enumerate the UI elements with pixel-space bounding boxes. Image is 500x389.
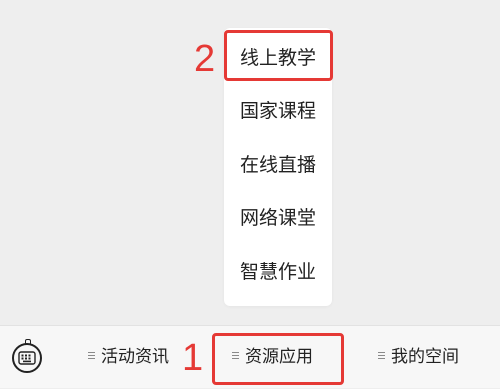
tab-activity-news[interactable]: 活动资讯 bbox=[88, 326, 169, 389]
menu-item-live-stream[interactable]: 在线直播 bbox=[224, 141, 332, 189]
keyboard-icon[interactable] bbox=[12, 339, 42, 373]
step-number-2: 2 bbox=[194, 38, 216, 80]
menu-icon bbox=[378, 351, 385, 359]
highlight-box-online-teaching bbox=[224, 30, 333, 81]
tab-label: 活动资讯 bbox=[101, 347, 169, 367]
menu-item-smart-homework[interactable]: 智慧作业 bbox=[224, 248, 332, 296]
menu-item-national-courses[interactable]: 国家课程 bbox=[224, 87, 332, 135]
tab-my-space[interactable]: 我的空间 bbox=[378, 326, 459, 389]
menu-item-online-classroom[interactable]: 网络课堂 bbox=[224, 194, 332, 242]
menu-icon bbox=[88, 351, 95, 359]
step-number-1: 1 bbox=[182, 337, 204, 379]
tab-label: 我的空间 bbox=[391, 347, 459, 367]
highlight-box-resources-tab bbox=[212, 333, 344, 385]
keyboard-grid-icon bbox=[18, 351, 36, 365]
